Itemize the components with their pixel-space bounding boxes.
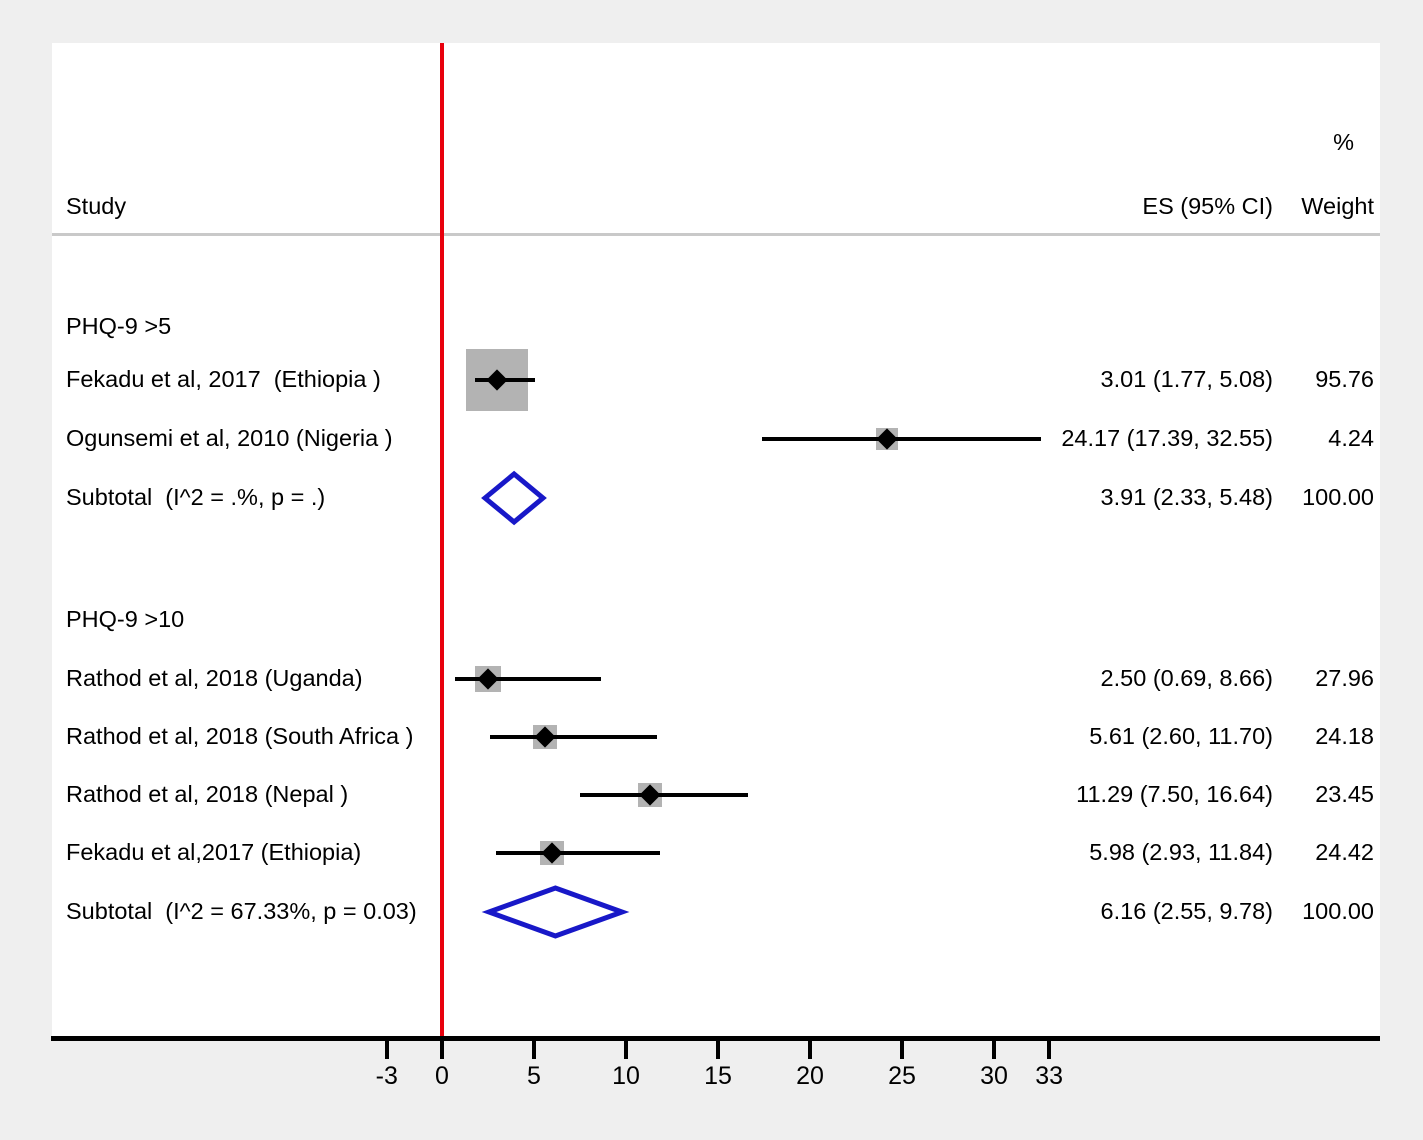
axis-tick: [992, 1041, 996, 1059]
diamond-shape: [481, 885, 630, 939]
axis-tick-label: 0: [435, 1062, 449, 1090]
axis-tick-label: 5: [527, 1062, 541, 1090]
axis-tick: [624, 1041, 628, 1059]
study-label: Rathod et al, 2018 (South Africa ): [66, 723, 414, 749]
diamond-shape: [480, 470, 547, 526]
axis-tick-label: 30: [980, 1062, 1008, 1090]
study-label: Fekadu et al,2017 (Ethiopia): [66, 839, 362, 865]
study-es-value: 11.29 (7.50, 16.64): [1076, 781, 1273, 807]
study-weight-value: 23.45: [1315, 781, 1374, 807]
axis-tick: [532, 1041, 536, 1059]
study-weight-value: 24.18: [1315, 723, 1374, 749]
axis-tick: [716, 1041, 720, 1059]
subtotal-label: Subtotal (I^2 = 67.33%, p = 0.03): [66, 898, 417, 924]
axis-tick-label: 15: [704, 1062, 732, 1090]
null-reference-line: [440, 43, 444, 1039]
subtotal-label: Subtotal (I^2 = .%, p = .): [66, 484, 326, 510]
axis-tick: [1047, 1041, 1052, 1059]
study-es-value: 24.17 (17.39, 32.55): [1061, 425, 1273, 451]
subtotal-es-value: 3.91 (2.33, 5.48): [1100, 484, 1273, 510]
header-study-label: Study: [66, 193, 127, 219]
confidence-interval-line: [495, 851, 660, 855]
axis-tick-label: 10: [612, 1062, 640, 1090]
axis-tick-label: 25: [888, 1062, 916, 1090]
axis-tick: [440, 1041, 444, 1059]
confidence-interval-line: [489, 735, 658, 739]
axis-tick: [384, 1041, 389, 1059]
axis-tick: [900, 1041, 904, 1059]
study-es-value: 5.98 (2.93, 11.84): [1089, 839, 1273, 865]
confidence-interval-line: [761, 437, 1041, 441]
axis-tick-label: 20: [796, 1062, 824, 1090]
study-weight-value: 4.24: [1328, 425, 1374, 451]
header-divider: [52, 233, 1380, 236]
study-label: Ogunsemi et al, 2010 (Nigeria ): [66, 425, 393, 451]
study-weight-value: 27.96: [1315, 665, 1374, 691]
study-label: Rathod et al, 2018 (Nepal ): [66, 781, 349, 807]
subtotal-es-value: 6.16 (2.55, 9.78): [1100, 898, 1273, 924]
axis-tick: [808, 1041, 812, 1059]
subtotal-diamond: [480, 470, 547, 526]
header-weight-label: Weight: [1301, 193, 1374, 219]
study-weight-value: 24.42: [1315, 839, 1374, 865]
subtotal-diamond: [481, 885, 630, 939]
forest-plot-figure: Study ES (95% CI) % Weight PHQ-9 >5 Fekad…: [0, 0, 1423, 1140]
subtotal-weight-value: 100.00: [1302, 898, 1374, 924]
study-es-value: 2.50 (0.69, 8.66): [1100, 665, 1273, 691]
axis-tick-label: 33: [1035, 1062, 1064, 1090]
study-label: Rathod et al, 2018 (Uganda): [66, 665, 363, 691]
header-es-label: ES (95% CI): [1142, 193, 1273, 219]
axis-tick-label: -3: [375, 1062, 398, 1090]
study-es-value: 5.61 (2.60, 11.70): [1089, 723, 1273, 749]
confidence-interval-line: [580, 793, 749, 797]
study-label: Fekadu et al, 2017 (Ethiopia ): [66, 366, 381, 392]
study-es-value: 3.01 (1.77, 5.08): [1100, 366, 1273, 392]
header-percent-symbol: %: [1333, 129, 1354, 155]
group-label-1: PHQ-9 >10: [66, 606, 185, 632]
group-label-0: PHQ-9 >5: [66, 313, 172, 339]
study-weight-value: 95.76: [1315, 366, 1374, 392]
subtotal-weight-value: 100.00: [1302, 484, 1374, 510]
plot-canvas: Study ES (95% CI) % Weight PHQ-9 >5 Fekad…: [52, 43, 1380, 1039]
